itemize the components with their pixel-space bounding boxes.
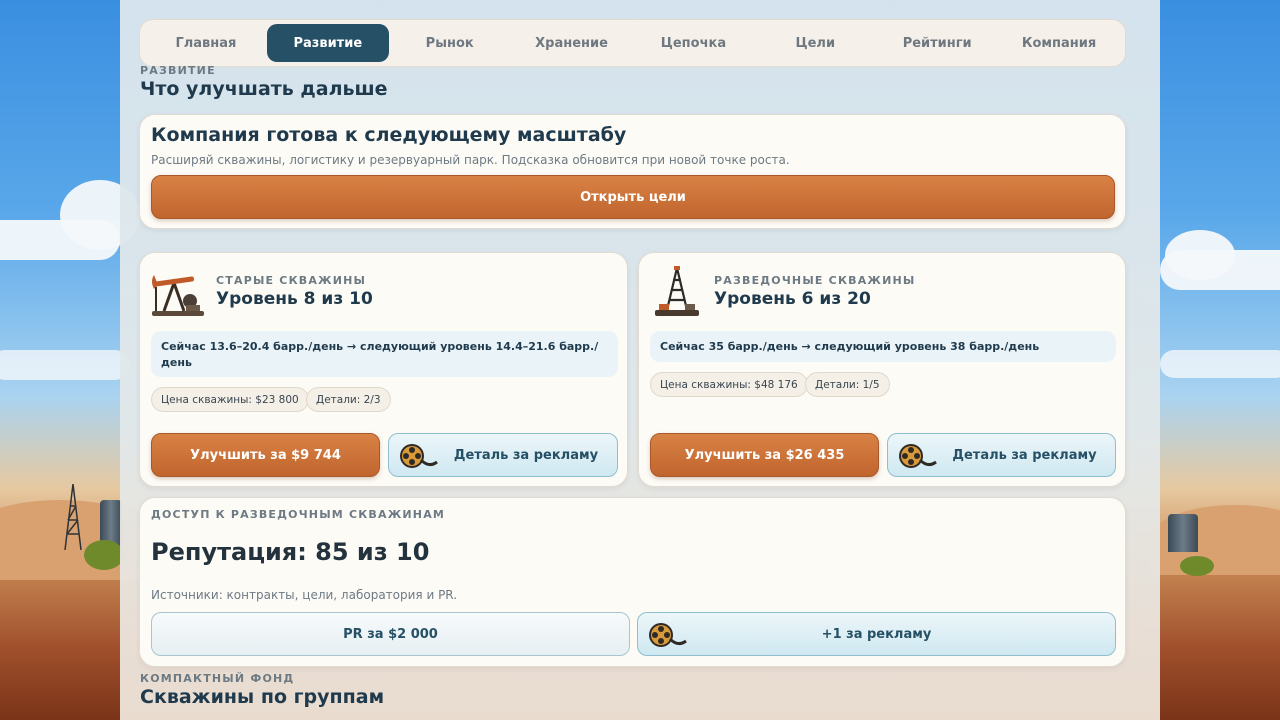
tab-chain[interactable]: Цепочка bbox=[633, 24, 755, 62]
ad-part-button[interactable]: Деталь за рекламу bbox=[887, 433, 1116, 477]
reputation-ad-button[interactable]: +1 за рекламу bbox=[637, 612, 1116, 656]
pumpjack-icon bbox=[152, 275, 204, 316]
ad-part-label: Деталь за рекламу bbox=[952, 447, 1097, 463]
bush bbox=[84, 540, 124, 570]
tab-home[interactable]: Главная bbox=[145, 24, 267, 62]
tab-ratings[interactable]: Рейтинги bbox=[876, 24, 998, 62]
well-level: Уровень 6 из 20 bbox=[714, 289, 871, 309]
open-goals-button[interactable]: Открыть цели bbox=[151, 175, 1115, 219]
well-eyebrow: РАЗВЕДОЧНЫЕ СКВАЖИНЫ bbox=[714, 274, 916, 287]
storage-tank bbox=[1168, 514, 1198, 552]
well-price-chip: Цена скважины: $23 800 bbox=[151, 387, 309, 412]
film-reel-icon bbox=[649, 623, 687, 647]
fund-eyebrow: КОМПАКТНЫЙ ФОНД bbox=[140, 672, 295, 685]
ad-part-label: Деталь за рекламу bbox=[453, 447, 599, 463]
hint-title: Компания готова к следующему масштабу bbox=[151, 124, 627, 146]
reputation-ad-label: +1 за рекламу bbox=[821, 626, 932, 642]
tab-goals[interactable]: Цели bbox=[754, 24, 876, 62]
cloud bbox=[1160, 350, 1280, 378]
well-parts-chip: Детали: 1/5 bbox=[805, 372, 890, 397]
bush bbox=[1180, 556, 1214, 576]
well-card-exploration: РАЗВЕДОЧНЫЕ СКВАЖИНЫ Уровень 6 из 20 Сей… bbox=[638, 252, 1126, 487]
fund-title: Скважины по группам bbox=[140, 686, 385, 708]
well-card-old: СТАРЫЕ СКВАЖИНЫ Уровень 8 из 10 Сейчас 1… bbox=[139, 252, 628, 487]
tab-development[interactable]: Развитие bbox=[266, 24, 389, 62]
tab-storage[interactable]: Хранение bbox=[511, 24, 633, 62]
main-panel: Главная Развитие Рынок Хранение Цепочка … bbox=[120, 0, 1160, 720]
reputation-value: Репутация: 85 из 10 bbox=[151, 538, 430, 566]
cloud bbox=[1165, 230, 1235, 280]
ad-part-button[interactable]: Деталь за рекламу bbox=[388, 433, 618, 477]
reputation-sources: Источники: контракты, цели, лаборатория … bbox=[151, 588, 458, 602]
hint-text: Расширяй скважины, логистику и резервуар… bbox=[151, 153, 790, 167]
well-level: Уровень 8 из 10 bbox=[216, 289, 373, 309]
film-reel-icon bbox=[400, 444, 438, 468]
well-price-chip: Цена скважины: $48 176 bbox=[650, 372, 808, 397]
section-title: Что улучшать дальше bbox=[140, 78, 388, 100]
film-reel-icon bbox=[899, 444, 937, 468]
tab-company[interactable]: Компания bbox=[998, 24, 1120, 62]
drilling-rig-icon bbox=[655, 266, 699, 316]
pr-button[interactable]: PR за $2 000 bbox=[151, 612, 630, 656]
well-eyebrow: СТАРЫЕ СКВАЖИНЫ bbox=[216, 274, 367, 287]
cloud bbox=[0, 350, 130, 380]
hint-card: Компания готова к следующему масштабу Ра… bbox=[139, 114, 1126, 229]
well-production-info: Сейчас 13.6–20.4 барр./день → следующий … bbox=[151, 331, 618, 377]
well-production-info: Сейчас 35 барр./день → следующий уровень… bbox=[650, 331, 1116, 362]
access-eyebrow: ДОСТУП К РАЗВЕДОЧНЫМ СКВАЖИНАМ bbox=[151, 508, 446, 521]
well-parts-chip: Детали: 2/3 bbox=[306, 387, 391, 412]
oil-derrick-icon bbox=[64, 484, 82, 550]
top-nav: Главная Развитие Рынок Хранение Цепочка … bbox=[139, 19, 1126, 67]
tab-market[interactable]: Рынок bbox=[389, 24, 511, 62]
access-card: ДОСТУП К РАЗВЕДОЧНЫМ СКВАЖИНАМ Репутация… bbox=[139, 497, 1126, 667]
section-eyebrow: РАЗВИТИЕ bbox=[140, 64, 216, 77]
upgrade-button[interactable]: Улучшить за $26 435 bbox=[650, 433, 879, 477]
upgrade-button[interactable]: Улучшить за $9 744 bbox=[151, 433, 380, 477]
